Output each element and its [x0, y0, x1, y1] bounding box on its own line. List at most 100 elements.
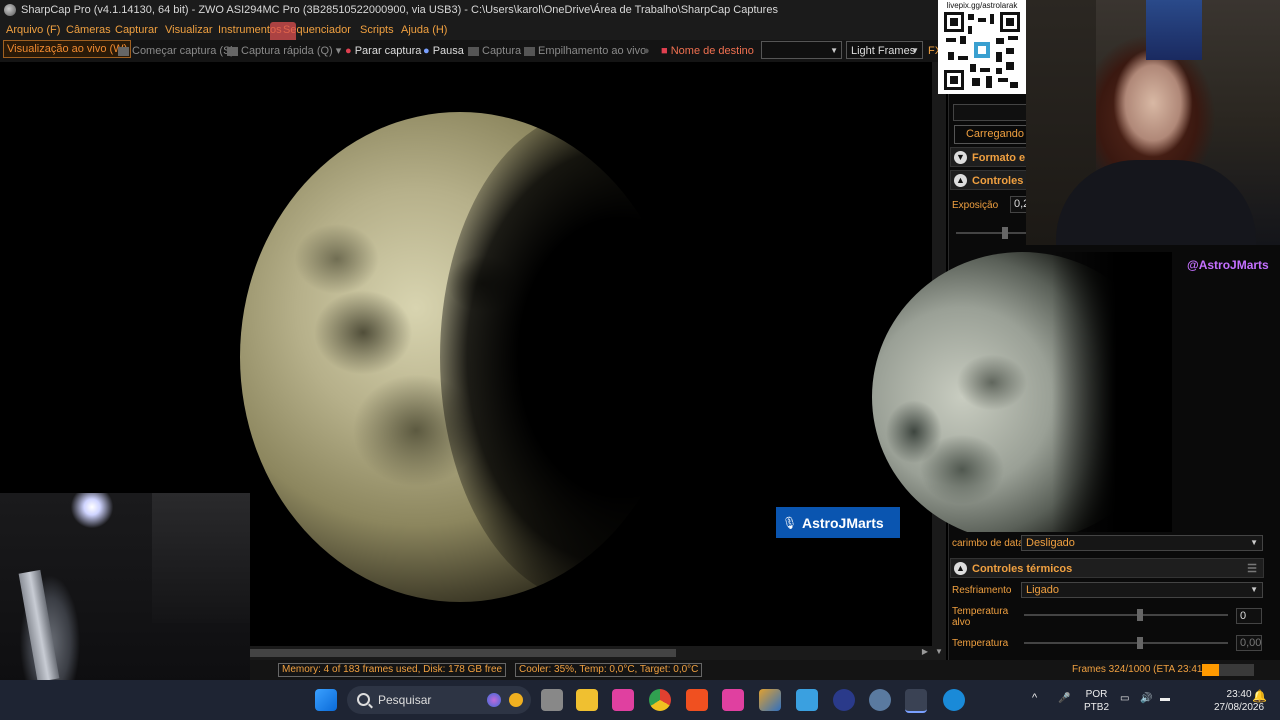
loading-button[interactable]: Carregando: [954, 125, 1036, 144]
temperature-slider: [1024, 637, 1228, 649]
stellarium-icon[interactable]: [833, 689, 855, 711]
memory-status: Memory: 4 of 183 frames used, Disk: 178 …: [278, 663, 507, 677]
task-view-icon[interactable]: [541, 689, 563, 711]
live-view-button[interactable]: Visualização ao vivo (W): [3, 40, 132, 58]
menu-capturar[interactable]: Capturar: [115, 20, 158, 40]
stop-capture-button[interactable]: ● Parar captura: [345, 40, 421, 62]
stop-icon: ●: [345, 45, 352, 57]
moon-terminator-shade: [1052, 252, 1172, 532]
live-stacking-label: Empilhamento ao vivo: [538, 45, 647, 57]
menu-ajuda[interactable]: Ajuda (H): [401, 20, 447, 40]
capture-button[interactable]: Captura: [468, 40, 521, 62]
tray-chevron-icon[interactable]: ^: [1032, 692, 1037, 705]
volume-icon[interactable]: 🔊: [1140, 692, 1152, 705]
toolbar: Visualização ao vivo (W) Começar captura…: [0, 40, 942, 62]
section-thermal[interactable]: ▲ Controles térmicos ☰: [950, 558, 1264, 578]
windows-start-icon[interactable]: [315, 689, 337, 711]
moon-eclipse-shadow: [440, 112, 740, 602]
copilot-icon[interactable]: [487, 693, 501, 707]
chevron-up-icon: ▲: [954, 562, 967, 575]
app-grid-icon[interactable]: [759, 689, 781, 711]
app-pink2-icon[interactable]: [722, 689, 744, 711]
microphone-icon[interactable]: 🎤: [1058, 692, 1070, 705]
language-line1: POR: [1085, 689, 1108, 700]
chevron-down-icon: ▼: [1250, 585, 1258, 594]
menu-scripts[interactable]: Scripts: [360, 20, 394, 40]
cooling-label: Resfriamento: [952, 585, 1012, 596]
menu-bar: Arquivo (F) Câmeras Capturar Visualizar …: [0, 20, 940, 40]
slider-knob[interactable]: [1002, 227, 1008, 239]
app-pink-icon[interactable]: [612, 689, 634, 711]
brave-icon[interactable]: [686, 689, 708, 711]
timestamp-value: Desligado: [1026, 537, 1075, 549]
edge-icon[interactable]: [943, 689, 965, 711]
start-capture-button[interactable]: Começar captura (S): [118, 40, 234, 62]
moon-app-icon[interactable]: [905, 689, 927, 713]
clock-date: 27/08/2026: [1214, 702, 1265, 713]
timestamp-dropdown[interactable]: Desligado ▼: [1021, 535, 1263, 551]
target-name-label: ■ Nome de destino: [661, 40, 754, 62]
start-capture-label: Começar captura (S): [132, 45, 235, 57]
chrome-icon[interactable]: [649, 689, 671, 711]
streamer-handle: @AstroJMarts: [1187, 258, 1269, 272]
target-temp-slider[interactable]: [1024, 609, 1228, 621]
menu-visualizar[interactable]: Visualizar: [165, 20, 213, 40]
capture-progress-bar: [1202, 664, 1254, 676]
pause-label: Pausa: [432, 45, 464, 57]
frames-status: Frames 324/1000 (ETA 23:41): [1072, 664, 1206, 675]
frame-type-dropdown[interactable]: Light Frames ▼: [846, 41, 923, 59]
file-explorer-icon[interactable]: [576, 689, 598, 711]
photos-icon[interactable]: [796, 689, 818, 711]
streamer-name-banner: 🎙 AstroJMarts: [776, 507, 900, 538]
frame-type-value: Light Frames: [851, 45, 916, 57]
network-icon[interactable]: ▭: [1120, 692, 1129, 705]
slider-knob: [1137, 637, 1143, 649]
menu-arquivo[interactable]: Arquivo (F): [6, 20, 60, 40]
chevron-down-icon: ▼: [911, 46, 919, 55]
camera-quick-icon: [227, 46, 238, 56]
battery-icon[interactable]: ▬: [1160, 692, 1170, 705]
menu-icon[interactable]: ☰: [1247, 559, 1257, 579]
news-icon[interactable]: [509, 693, 523, 707]
language-indicator[interactable]: POR PTB2: [1084, 688, 1109, 714]
capture-label: Captura: [482, 45, 522, 57]
cooling-dropdown[interactable]: Ligado ▼: [1021, 582, 1263, 598]
chevron-down-icon: ▼: [1250, 538, 1258, 547]
pause-icon: ●: [423, 45, 430, 57]
menu-cameras[interactable]: Câmeras: [66, 20, 111, 40]
wall-poster: [1146, 0, 1202, 60]
sharpcap-icon[interactable]: [869, 689, 891, 711]
target-name-text: Nome de destino: [670, 45, 754, 57]
camera-icon: [118, 46, 129, 56]
streamer-webcam: [1026, 0, 1280, 245]
search-placeholder: Pesquisar: [378, 693, 432, 707]
preview-horizontal-scrollbar[interactable]: ▶: [250, 646, 932, 660]
cooling-value: Ligado: [1026, 584, 1060, 596]
clock-time: 23:40: [1226, 689, 1252, 700]
live-stacking-button[interactable]: Empilhamento ao vivo: [524, 40, 646, 62]
scroll-down-icon: ▼: [935, 647, 943, 656]
target-temp-label: Temperatura alvo: [952, 606, 1009, 628]
progress-fill: [1202, 664, 1219, 676]
scroll-right-icon: ▶: [921, 647, 928, 656]
capture-icon: [468, 46, 479, 56]
pause-button[interactable]: ● Pausa: [423, 40, 464, 62]
quick-capture-button[interactable]: Captura rápida (Q) ▾: [227, 40, 341, 62]
panel-input[interactable]: [953, 104, 1035, 121]
chevron-down-icon: ▾: [335, 45, 342, 57]
exposure-slider[interactable]: [956, 227, 1026, 239]
target-name-dropdown[interactable]: ▼: [761, 41, 842, 59]
telescope-tube: [18, 569, 60, 683]
status-dot-icon: ●: [643, 45, 650, 57]
stack-icon: [524, 46, 535, 56]
section-thermal-title: Controles térmicos: [972, 563, 1073, 575]
language-line2: PTB2: [1084, 702, 1110, 713]
taskbar-search[interactable]: Pesquisar: [347, 686, 531, 714]
target-temp-value[interactable]: 0: [1236, 608, 1262, 624]
notifications-icon[interactable]: 🔔: [1252, 690, 1267, 703]
chevron-down-icon: ▼: [954, 151, 967, 164]
slider-knob[interactable]: [1137, 609, 1143, 621]
mic-muted-icon: 🎙: [782, 516, 798, 530]
scrollbar-thumb[interactable]: [250, 649, 676, 657]
stop-capture-label: Parar captura: [354, 45, 422, 57]
